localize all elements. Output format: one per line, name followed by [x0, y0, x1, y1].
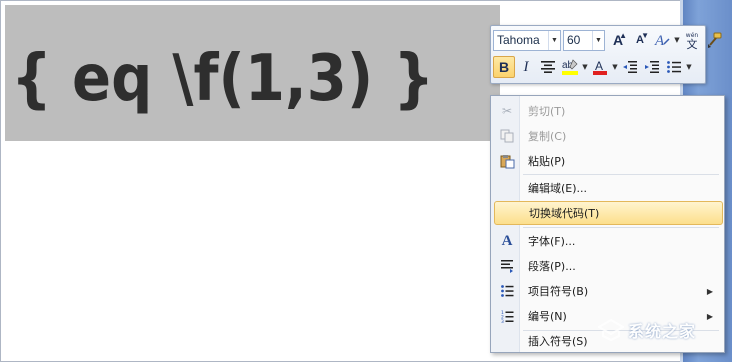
decrease-indent-button[interactable] [619, 56, 641, 78]
font-name-combo[interactable]: Tahoma ▼ [493, 29, 561, 51]
shrink-font-button[interactable]: A ▼ [629, 29, 651, 51]
menu-item-label: 编号(N) [528, 310, 567, 323]
highlight-icon: ab [562, 59, 578, 75]
phonetic-guide-button[interactable]: wén 文 [681, 29, 703, 51]
font-size-combo[interactable]: 60 ▼ [563, 29, 605, 51]
menu-item-label: 复制(C) [528, 130, 567, 143]
menu-item-icon-empty [495, 201, 521, 225]
context-menu: ✂ 剪切(T) 复制(C) 粘贴(P) 编辑域(E)... 切换域代码(T) A… [490, 95, 725, 353]
highlight-button[interactable]: ab [559, 56, 581, 78]
field-code-text[interactable]: { eq \f(1,3) } [11, 11, 434, 147]
font-icon: A [501, 232, 513, 249]
font-size-value: 60 [567, 33, 581, 47]
italic-icon: I [523, 58, 529, 75]
bullets-icon [667, 61, 681, 73]
scissors-icon: ✂ [501, 104, 513, 118]
menu-item-edit-field[interactable]: 编辑域(E)... [494, 176, 723, 200]
menu-item-icon-empty [494, 176, 520, 200]
bullets-button[interactable] [663, 56, 685, 78]
watermark-logo-icon [597, 318, 625, 342]
center-align-button[interactable] [537, 56, 559, 78]
decrease-indent-icon [623, 61, 637, 73]
chevron-down-icon[interactable]: ▼ [548, 30, 560, 50]
bold-icon: B [498, 59, 510, 75]
menu-item-label: 段落(P)... [528, 260, 576, 273]
paste-icon [494, 149, 520, 173]
font-color-button[interactable]: A [589, 56, 611, 78]
format-painter-button[interactable] [703, 29, 725, 51]
menu-separator [523, 227, 719, 228]
mini-toolbar-row-1: Tahoma ▼ 60 ▼ A ▲ A ▼ A ▼ wén 文 [493, 28, 725, 52]
chevron-down-icon[interactable]: ▼ [592, 30, 604, 50]
paragraph-icon [494, 254, 520, 278]
text-style-button[interactable]: A [651, 29, 673, 51]
grow-font-button[interactable]: A ▲ [607, 29, 629, 51]
menu-item-toggle-field-codes[interactable]: 切换域代码(T) [494, 201, 723, 225]
increase-indent-button[interactable] [641, 56, 663, 78]
watermark-text: 系统之家 [628, 322, 697, 341]
font-color-icon: A [593, 59, 607, 75]
menu-separator [523, 174, 719, 175]
menu-item-label: 切换域代码(T) [529, 207, 600, 220]
format-painter-icon [708, 32, 722, 48]
menu-item-label: 插入符号(S) [528, 335, 588, 348]
menu-item-paste[interactable]: 粘贴(P) [494, 149, 723, 173]
chevron-right-icon: ▶ [706, 311, 713, 321]
copy-icon [494, 124, 520, 148]
chevron-down-icon[interactable]: ▼ [581, 56, 589, 78]
menu-item-label: 字体(F)... [528, 235, 576, 248]
menu-item-label: 编辑域(E)... [528, 182, 588, 195]
italic-button[interactable]: I [515, 56, 537, 78]
chevron-right-icon: ▶ [706, 286, 713, 296]
menu-item-font[interactable]: A 字体(F)... [494, 229, 723, 253]
menu-item-bullets[interactable]: 项目符号(B) ▶ [494, 279, 723, 303]
text-style-icon: A [654, 33, 670, 49]
center-align-icon [541, 61, 555, 73]
menu-item-paragraph[interactable]: 段落(P)... [494, 254, 723, 278]
menu-item-cut[interactable]: ✂ 剪切(T) [494, 99, 723, 123]
chevron-down-icon[interactable]: ▼ [685, 56, 693, 78]
bold-button[interactable]: B [493, 56, 515, 78]
site-watermark: 系统之家 [597, 318, 697, 342]
chevron-down-icon[interactable]: ▼ [611, 56, 619, 78]
menu-item-label: 项目符号(B) [528, 285, 589, 298]
svg-text:A: A [654, 33, 665, 49]
svg-text:A: A [595, 59, 603, 73]
field-code-selection[interactable]: { eq \f(1,3) } [5, 5, 500, 141]
mini-toolbar-row-2: B I ab ▼ A ▼ ▼ [493, 55, 693, 79]
increase-indent-icon [645, 61, 659, 73]
menu-item-label: 粘贴(P) [528, 155, 566, 168]
menu-item-icon-empty [494, 329, 520, 353]
bullets-icon [494, 279, 520, 303]
svg-text:3: 3 [501, 319, 504, 323]
svg-text:文: 文 [687, 37, 698, 50]
numbering-icon: 123 [494, 304, 520, 328]
menu-item-label: 剪切(T) [528, 105, 566, 118]
font-name-value: Tahoma [497, 33, 540, 47]
phonetic-guide-icon: wén 文 [686, 32, 699, 50]
chevron-down-icon[interactable]: ▼ [673, 29, 681, 51]
menu-item-copy[interactable]: 复制(C) [494, 124, 723, 148]
mini-toolbar: Tahoma ▼ 60 ▼ A ▲ A ▼ A ▼ wén 文 B I ab ▼… [490, 25, 722, 84]
